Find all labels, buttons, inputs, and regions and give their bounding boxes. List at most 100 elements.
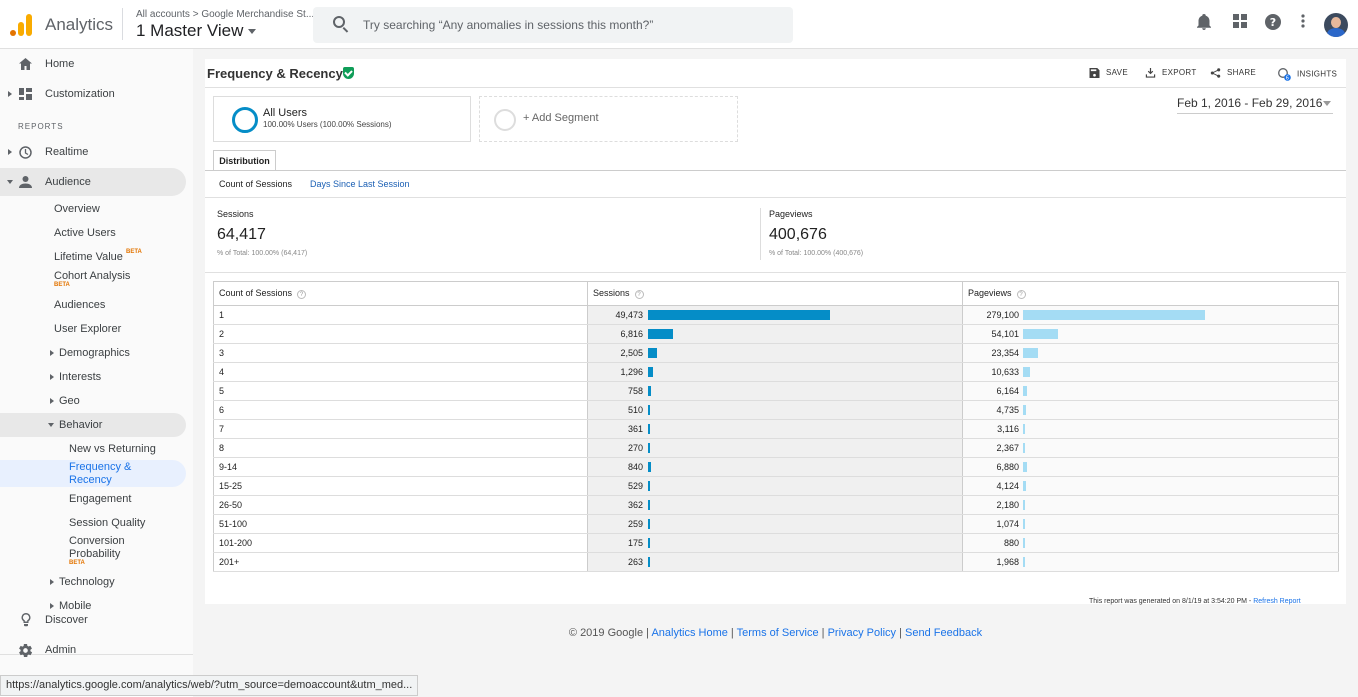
table-row: 201+ 263 1,968 [213,552,1339,572]
sidebar-item-realtime[interactable]: Realtime [0,138,186,166]
pageviews-bar [1023,443,1025,453]
share-label: SHARE [1227,68,1257,78]
table-row: 4 1,296 10,633 [213,362,1339,382]
privacy-policy-link[interactable]: Privacy Policy [828,627,896,639]
sessions-bar [648,500,650,510]
page-title: Frequency & Recency [207,66,343,81]
sessions-bar [648,367,653,377]
header-divider [122,8,123,40]
empty-ring-icon [494,109,516,131]
help-icon[interactable]: ? [1016,289,1026,299]
sessions-value: 362 [627,500,643,510]
save-label: SAVE [1106,68,1128,78]
sidebar-item-admin[interactable]: Admin [0,636,186,664]
subtab-days-since-last-session[interactable]: Days Since Last Session [310,179,410,189]
sidebar-item-behavior[interactable]: Behavior [0,413,186,437]
export-button[interactable]: EXPORT [1145,68,1197,78]
sidebar-item-demographics[interactable]: Demographics [59,347,130,360]
column-header-pageviews[interactable]: Pageviews? [962,281,1339,306]
sidebar-item-lifetime-value[interactable]: Lifetime Value [54,251,123,264]
sidebar-item-audience[interactable]: Audience [0,168,186,196]
more-vert-icon[interactable] [1293,14,1313,34]
help-icon[interactable]: ? [634,289,644,299]
pageviews-bar [1023,481,1026,491]
table-row: 7 361 3,116 [213,419,1339,439]
analytics-logo-icon[interactable] [10,12,34,36]
column-header-sessions[interactable]: Sessions? [587,281,963,306]
chevron-right-icon [50,374,54,380]
person-icon [19,176,32,188]
sidebar-item-geo[interactable]: Geo [59,395,80,408]
cell-count-of-sessions: 1 [213,305,588,325]
cell-sessions: 361 [587,419,963,439]
sidebar-item-overview[interactable]: Overview [54,203,100,216]
analytics-home-link[interactable]: Analytics Home [651,627,727,639]
sidebar-item-frequency-recency[interactable]: Frequency & Recency [69,461,131,487]
sidebar-item-audiences[interactable]: Audiences [54,299,105,312]
cell-sessions: 6,816 [587,324,963,344]
share-button[interactable]: SHARE [1210,68,1256,78]
cell-sessions: 259 [587,514,963,534]
cell-count-of-sessions: 15-25 [213,476,588,496]
sidebar-item-customization[interactable]: Customization [0,80,186,108]
send-feedback-link[interactable]: Send Feedback [905,627,982,639]
avatar[interactable] [1324,13,1348,37]
pageviews-value: 23,354 [991,348,1019,358]
cell-pageviews: 4,124 [962,476,1339,496]
apps-grid-icon[interactable] [1230,14,1250,34]
sidebar-item-technology[interactable]: Technology [59,576,115,589]
cell-count-of-sessions: 6 [213,400,588,420]
pageviews-bar [1023,462,1027,472]
sessions-value: 270 [627,443,643,453]
sidebar-item-session-quality[interactable]: Session Quality [69,517,145,530]
help-icon[interactable]: ? [297,289,307,299]
top-bar: Analytics All accounts > Google Merchand… [0,0,1358,49]
refresh-report-link[interactable]: Refresh Report [1253,598,1300,605]
segment-all-users[interactable]: All Users 100.00% Users (100.00% Session… [213,96,471,142]
cell-count-of-sessions: 26-50 [213,495,588,515]
sidebar-item-user-explorer[interactable]: User Explorer [54,323,121,336]
cell-sessions: 840 [587,457,963,477]
table-row: 8 270 2,367 [213,438,1339,458]
caret-down-icon [248,29,257,35]
subtab-count-of-sessions[interactable]: Count of Sessions [219,179,292,189]
sessions-bar [648,348,657,358]
save-button[interactable]: SAVE [1089,68,1128,78]
pageviews-bar [1023,519,1025,529]
cell-pageviews: 4,735 [962,400,1339,420]
sidebar-item-discover[interactable]: Discover [0,606,186,634]
sidebar-item-interests[interactable]: Interests [59,371,101,384]
data-table: Count of Sessions? Sessions? Pageviews? … [213,281,1339,572]
sidebar-item-home[interactable]: Home [0,50,186,78]
sidebar-item-conversion-probability[interactable]: Conversion Probability [69,535,125,561]
terms-of-service-link[interactable]: Terms of Service [737,627,819,639]
notifications-bell-icon[interactable] [1194,14,1214,34]
help-icon[interactable]: ? [1263,14,1283,34]
view-selector[interactable]: 1 Master View [136,21,257,41]
date-range-picker[interactable]: Feb 1, 2016 - Feb 29, 2016 [1177,96,1333,114]
search-input[interactable] [363,16,773,34]
tab-distribution[interactable]: Distribution [213,150,276,171]
sidebar-item-new-vs-returning[interactable]: New vs Returning [69,443,156,456]
add-segment-button[interactable]: + Add Segment [479,96,738,142]
search-bar[interactable] [313,7,793,43]
sessions-value: 263 [627,557,643,567]
sessions-value: 758 [627,386,643,396]
sidebar-item-engagement[interactable]: Engagement [69,493,131,506]
table-row: 2 6,816 54,101 [213,324,1339,344]
sidebar-item-active-users[interactable]: Active Users [54,227,116,240]
column-header-count-of-sessions[interactable]: Count of Sessions? [213,281,588,306]
reports-section-label: REPORTS [18,122,64,131]
chevron-right-icon [50,398,54,404]
app-name[interactable]: Analytics [45,15,113,35]
account-breadcrumb[interactable]: All accounts > Google Merchandise St... [136,9,314,20]
cell-sessions: 175 [587,533,963,553]
cell-sessions: 510 [587,400,963,420]
sessions-bar [648,386,651,396]
pageviews-bar [1023,538,1025,548]
sidebar-item-label: Customization [45,88,115,100]
sessions-value: 840 [627,462,643,472]
pageviews-bar [1023,424,1025,434]
insights-button[interactable]: 6 INSIGHTS [1278,68,1337,81]
status-bar-url: https://analytics.google.com/analytics/w… [0,675,419,696]
